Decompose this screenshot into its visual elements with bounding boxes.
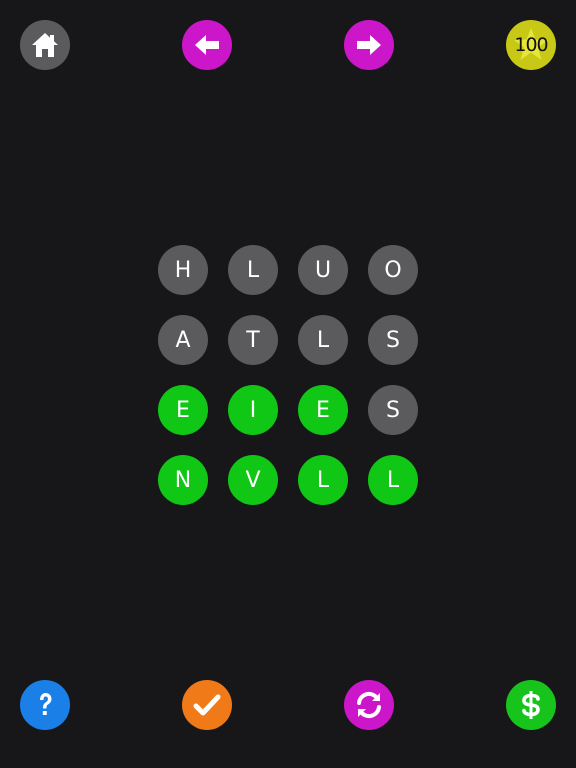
letter-tile[interactable]: S	[368, 385, 418, 435]
previous-button[interactable]	[182, 20, 232, 70]
question-mark-icon	[40, 693, 52, 715]
home-icon	[32, 33, 58, 57]
letter-tile[interactable]: T	[228, 315, 278, 365]
letter-tile[interactable]: I	[228, 385, 278, 435]
letter-grid: HLUOATLSEIESNVLL	[158, 245, 418, 505]
letter-tile[interactable]: L	[368, 455, 418, 505]
dollar-icon	[522, 691, 540, 719]
letter-tile[interactable]: O	[368, 245, 418, 295]
letter-tile[interactable]: H	[158, 245, 208, 295]
home-button[interactable]	[20, 20, 70, 70]
next-button[interactable]	[344, 20, 394, 70]
arrow-right-icon	[357, 35, 381, 55]
letter-tile[interactable]: V	[228, 455, 278, 505]
refresh-button[interactable]	[344, 680, 394, 730]
submit-button[interactable]	[182, 680, 232, 730]
letter-tile[interactable]: L	[298, 315, 348, 365]
letter-tile[interactable]: S	[368, 315, 418, 365]
shop-button[interactable]	[506, 680, 556, 730]
score-value: 100	[514, 34, 548, 56]
letter-tile[interactable]: E	[158, 385, 208, 435]
score-badge: 100	[506, 20, 556, 70]
help-button[interactable]	[20, 680, 70, 730]
arrow-left-icon	[195, 35, 219, 55]
letter-tile[interactable]: E	[298, 385, 348, 435]
refresh-icon	[357, 691, 381, 719]
letter-tile[interactable]: A	[158, 315, 208, 365]
checkmark-icon	[193, 694, 221, 716]
letter-tile[interactable]: L	[228, 245, 278, 295]
letter-tile[interactable]: N	[158, 455, 208, 505]
letter-tile[interactable]: U	[298, 245, 348, 295]
letter-tile[interactable]: L	[298, 455, 348, 505]
